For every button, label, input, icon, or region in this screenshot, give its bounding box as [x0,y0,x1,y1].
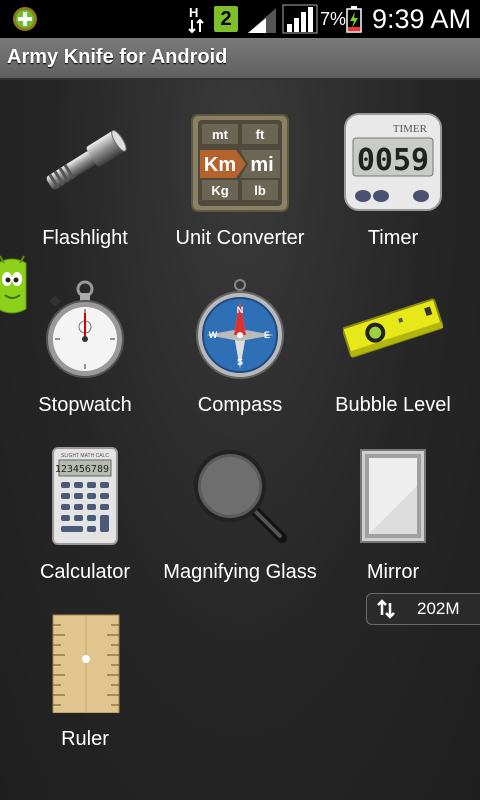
compass-w-text: W [209,330,218,340]
android-mascot-icon[interactable] [0,255,30,317]
calculator-display-text: 123456789 [55,464,109,475]
compass-n-text: N [237,305,244,315]
unit-ft-text: ft [256,127,265,142]
app-title: Army Knife for Android [7,46,228,68]
network-h-icon: H [188,5,204,34]
tool-label: Mirror [366,561,420,583]
calculator-brand-text: SLIGHT MATH CALC [61,453,109,459]
compass-s-text: S [237,357,243,367]
tool-grid: Flashlight mt ft Km mi Kg lb Unit Conver… [0,80,480,800]
unit-kg-text: Kg [211,183,228,198]
compass-e-text: E [264,330,270,340]
notification-count-badge: 2 [214,6,238,32]
tool-mirror[interactable]: Mirror [313,414,473,583]
app-notification-icon [13,7,37,31]
bubble-level-icon [343,298,443,358]
calculator-icon: SLIGHT MATH CALC 123456789 [52,447,118,545]
ruler-icon [52,614,120,713]
timer-icon: TIMER 0059 [344,113,442,211]
timer-brand-text: TIMER [393,123,428,135]
unit-km-text: Km [204,154,236,176]
status-bar: H 2 7% 9:39 AM [0,0,480,38]
unit-mi-text: mi [250,154,273,176]
wifi-signal-icon [248,8,276,33]
battery-charging-icon [346,6,362,33]
tool-flashlight[interactable]: Flashlight [5,80,165,249]
tool-timer[interactable]: TIMER 0059 Timer [313,80,473,249]
battery-percent: 7% [320,9,347,29]
flashlight-icon [46,129,127,190]
unit-converter-icon: mt ft Km mi Kg lb [191,114,289,212]
tool-compass[interactable]: N E S W Compass [160,247,320,416]
tool-unit-converter[interactable]: mt ft Km mi Kg lb Unit Converter [160,80,320,249]
mirror-icon [360,449,426,543]
tool-bubble-level[interactable]: Bubble Level [313,247,473,416]
tool-calculator[interactable]: SLIGHT MATH CALC 123456789 Calculator [5,414,165,583]
cell-signal-icon [282,4,318,34]
app-title-bar: Army Knife for Android [0,38,480,80]
memory-cleaner-chip[interactable]: 202M [366,593,480,625]
memory-value: 202M [417,599,460,618]
unit-mt-text: mt [212,127,229,142]
sync-arrows-icon [377,599,395,619]
magnifying-glass-icon [194,450,287,543]
timer-display-text: 0059 [357,143,429,178]
tool-label: Magnifying Glass [163,561,317,583]
unit-lb-text: lb [254,183,266,198]
compass-icon: N E S W [196,279,284,379]
tool-magnifying-glass[interactable]: Magnifying Glass [160,414,320,583]
stopwatch-icon [46,280,124,378]
tool-label: Ruler [61,728,109,750]
tool-ruler[interactable]: Ruler [5,581,165,750]
network-type-text: H [189,5,198,20]
clock: 9:39 AM [372,4,472,34]
